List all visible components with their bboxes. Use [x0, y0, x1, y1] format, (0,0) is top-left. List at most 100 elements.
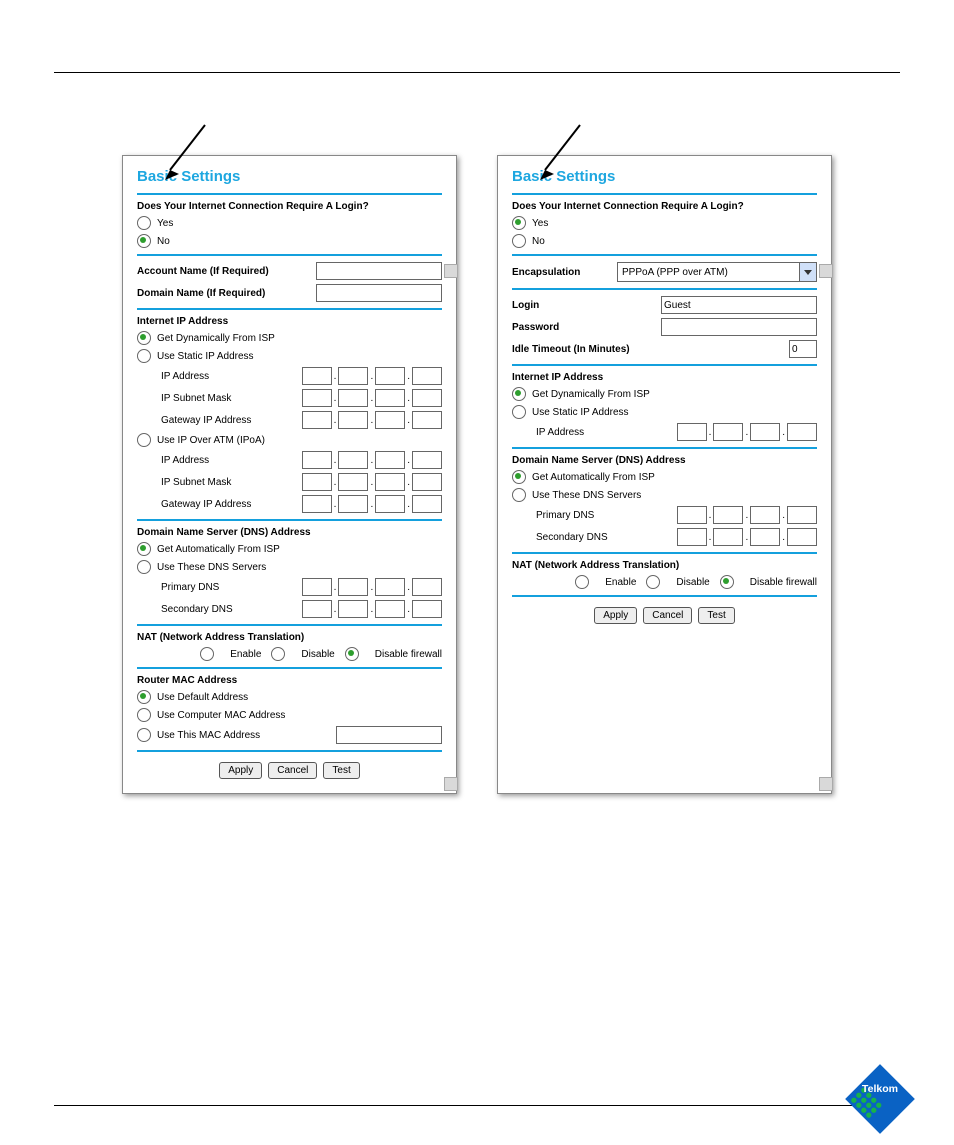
- dns-header: Domain Name Server (DNS) Address: [512, 455, 817, 466]
- static-ip-octets: ...: [302, 367, 442, 385]
- octet[interactable]: [375, 367, 405, 385]
- octet[interactable]: [375, 600, 405, 618]
- radio-nat-disable-fw[interactable]: [720, 575, 734, 589]
- cancel-button[interactable]: Cancel: [643, 607, 692, 624]
- octet[interactable]: [787, 506, 817, 524]
- octet[interactable]: [338, 367, 368, 385]
- octet[interactable]: [787, 423, 817, 441]
- login-input[interactable]: [661, 296, 817, 314]
- radio-yes[interactable]: [512, 216, 526, 230]
- radio-dns-manual[interactable]: [512, 488, 526, 502]
- octet[interactable]: [338, 389, 368, 407]
- octet[interactable]: [338, 495, 368, 513]
- octet[interactable]: [302, 389, 332, 407]
- password-label: Password: [512, 322, 661, 333]
- radio-mac-this[interactable]: [137, 728, 151, 742]
- encap-select[interactable]: PPPoA (PPP over ATM): [617, 262, 817, 282]
- cancel-button[interactable]: Cancel: [268, 762, 317, 779]
- octet[interactable]: [375, 578, 405, 596]
- octet[interactable]: [750, 423, 780, 441]
- radio-dns-auto[interactable]: [137, 542, 151, 556]
- octet[interactable]: [375, 451, 405, 469]
- octet[interactable]: [412, 389, 442, 407]
- octet[interactable]: [338, 411, 368, 429]
- octet[interactable]: [713, 423, 743, 441]
- octet[interactable]: [412, 600, 442, 618]
- octet[interactable]: [375, 495, 405, 513]
- radio-dns-manual[interactable]: [137, 560, 151, 574]
- static-ip-label: IP Address: [137, 371, 302, 382]
- radio-get-dyn[interactable]: [512, 387, 526, 401]
- ipoa-ip-label: IP Address: [137, 455, 302, 466]
- password-input[interactable]: [661, 318, 817, 336]
- radio-no[interactable]: [512, 234, 526, 248]
- octet[interactable]: [338, 451, 368, 469]
- octet[interactable]: [302, 451, 332, 469]
- radio-yes-label: Yes: [532, 218, 817, 229]
- radio-get-dyn[interactable]: [137, 331, 151, 345]
- ipoa-subnet-octets: ...: [302, 473, 442, 491]
- octet[interactable]: [302, 473, 332, 491]
- dns-manual-label: Use These DNS Servers: [532, 490, 817, 501]
- octet[interactable]: [302, 600, 332, 618]
- octet[interactable]: [750, 506, 780, 524]
- octet[interactable]: [338, 578, 368, 596]
- radio-nat-enable[interactable]: [200, 647, 214, 661]
- domain-name-input[interactable]: [316, 284, 442, 302]
- octet[interactable]: [375, 473, 405, 491]
- mac-header: Router MAC Address: [137, 675, 442, 686]
- octet[interactable]: [375, 411, 405, 429]
- octet[interactable]: [412, 367, 442, 385]
- apply-button[interactable]: Apply: [594, 607, 637, 624]
- radio-yes[interactable]: [137, 216, 151, 230]
- scroll-end[interactable]: [819, 777, 833, 791]
- octet[interactable]: [302, 578, 332, 596]
- octet[interactable]: [412, 495, 442, 513]
- login-question: Does Your Internet Connection Require A …: [137, 201, 442, 212]
- octet[interactable]: [412, 411, 442, 429]
- octet[interactable]: [412, 451, 442, 469]
- octet[interactable]: [787, 528, 817, 546]
- scroll-end[interactable]: [444, 777, 458, 791]
- radio-mac-default[interactable]: [137, 690, 151, 704]
- octet[interactable]: [677, 423, 707, 441]
- apply-button[interactable]: Apply: [219, 762, 262, 779]
- octet[interactable]: [338, 600, 368, 618]
- radio-use-static[interactable]: [137, 349, 151, 363]
- octet[interactable]: [677, 506, 707, 524]
- octet[interactable]: [302, 367, 332, 385]
- test-button[interactable]: Test: [698, 607, 734, 624]
- radio-nat-enable[interactable]: [575, 575, 589, 589]
- scroll-handle[interactable]: [444, 264, 458, 278]
- octet[interactable]: [750, 528, 780, 546]
- octet[interactable]: [412, 578, 442, 596]
- dns-manual-label: Use These DNS Servers: [157, 562, 442, 573]
- octet[interactable]: [338, 473, 368, 491]
- radio-nat-disable[interactable]: [271, 647, 285, 661]
- octet[interactable]: [412, 473, 442, 491]
- octet[interactable]: [677, 528, 707, 546]
- radio-mac-computer[interactable]: [137, 708, 151, 722]
- panel-yes-login: Basic Settings Does Your Internet Connec…: [497, 155, 832, 794]
- idle-input[interactable]: [789, 340, 817, 358]
- get-dyn-label: Get Dynamically From ISP: [532, 389, 817, 400]
- radio-ipoa[interactable]: [137, 433, 151, 447]
- account-name-input[interactable]: [316, 262, 442, 280]
- panel-title: Basic Settings: [512, 168, 817, 185]
- separator: [512, 595, 817, 597]
- radio-nat-disable[interactable]: [646, 575, 660, 589]
- radio-no[interactable]: [137, 234, 151, 248]
- octet[interactable]: [713, 528, 743, 546]
- octet[interactable]: [375, 389, 405, 407]
- octet[interactable]: [302, 411, 332, 429]
- radio-dns-auto[interactable]: [512, 470, 526, 484]
- separator: [137, 750, 442, 752]
- radio-nat-disable-fw[interactable]: [345, 647, 359, 661]
- primary-dns-label: Primary DNS: [137, 582, 302, 593]
- octet[interactable]: [302, 495, 332, 513]
- octet[interactable]: [713, 506, 743, 524]
- scroll-handle[interactable]: [819, 264, 833, 278]
- radio-use-static[interactable]: [512, 405, 526, 419]
- mac-input[interactable]: [336, 726, 442, 744]
- test-button[interactable]: Test: [323, 762, 359, 779]
